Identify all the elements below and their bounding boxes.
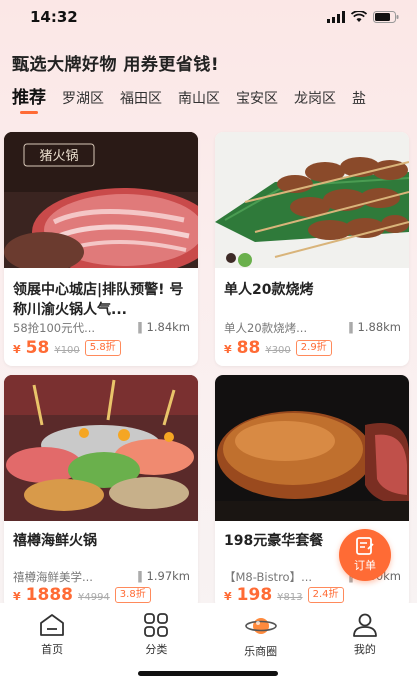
card-image-seafood-spread: [4, 375, 198, 521]
card-image-bbq-skewers: [215, 132, 409, 268]
signal-icon: [327, 11, 345, 23]
deal-card[interactable]: 单人20款烧烤 单人20款烧烤... ‖ 1.88km ¥ 88 ¥300 2.…: [215, 132, 409, 366]
page-headline: 甄选大牌好物 用券更省钱!: [12, 55, 220, 75]
home-icon: [40, 614, 65, 636]
price: 88: [236, 338, 261, 358]
tabbar-label-profile: 我的: [353, 643, 376, 656]
original-price: ¥300: [265, 345, 291, 356]
status-bar: 14:32: [0, 0, 417, 34]
currency-symbol: ¥: [224, 343, 232, 356]
distance-value: 1.84km: [146, 320, 190, 334]
card-meta: 禧樽海鲜美学... ‖ 1.97km: [13, 569, 190, 585]
original-price: ¥100: [54, 345, 80, 356]
tab-futian[interactable]: 福田区: [120, 88, 162, 114]
card-image-beef-wellington: [215, 375, 409, 521]
price: 1888: [25, 585, 73, 605]
tabbar-item-home[interactable]: 首页: [12, 613, 92, 685]
tabbar-label-category: 分类: [145, 643, 168, 656]
card-distance: ‖ 1.84km: [137, 320, 190, 334]
tab-nanshan[interactable]: 南山区: [178, 88, 220, 114]
card-image-hotpot-meat: 猪火锅: [4, 132, 198, 268]
tab-recommended[interactable]: 推荐: [12, 83, 46, 114]
planet-icon: [244, 618, 277, 634]
status-time: 14:32: [30, 8, 78, 26]
profile-icon: [352, 613, 377, 637]
distance-value: 1.97km: [146, 569, 190, 583]
card-meta: 单人20款烧烤... ‖ 1.88km: [224, 320, 401, 336]
district-tabs: 推荐 罗湖区 福田区 南山区 宝安区 龙岗区 盐: [0, 82, 417, 114]
discount-badge: 2.9折: [295, 340, 332, 356]
tab-baoan[interactable]: 宝安区: [236, 88, 278, 114]
price-row: ¥ 88 ¥300 2.9折: [224, 338, 332, 358]
card-title: 领展中心城店|排队预警! 号称川渝火锅人气...: [13, 282, 184, 318]
card-distance: ‖ 1.97km: [137, 569, 190, 583]
price-row: ¥ 198 ¥813 2.4折: [224, 585, 344, 605]
status-icons: [327, 11, 399, 23]
discount-badge: 3.8折: [114, 587, 151, 603]
card-subtitle: 禧樽海鲜美学...: [13, 570, 93, 584]
deal-card[interactable]: 禧樽海鲜火锅 禧樽海鲜美学... ‖ 1.97km ¥ 1888 ¥4994 3…: [4, 375, 198, 609]
tab-longgang[interactable]: 龙岗区: [294, 88, 336, 114]
price: 198: [236, 585, 273, 605]
original-price: ¥813: [277, 592, 303, 603]
card-subtitle: 58抢100元代...: [13, 321, 96, 335]
card-title: 禧樽海鲜火锅: [13, 533, 97, 549]
order-fab-label: 订单: [354, 559, 376, 572]
card-subtitle: 单人20款烧烤...: [224, 321, 308, 335]
tabbar-item-profile[interactable]: 我的: [325, 613, 405, 685]
grid-icon: [144, 613, 169, 637]
wifi-icon: [351, 11, 367, 22]
shop-sign-text: 猪火锅: [39, 148, 78, 164]
discount-badge: 2.4折: [307, 587, 344, 603]
currency-symbol: ¥: [13, 590, 21, 603]
card-distance: ‖ 1.88km: [348, 320, 401, 334]
card-meta: 58抢100元代... ‖ 1.84km: [13, 320, 190, 336]
deal-card[interactable]: 猪火锅 领展中心城店|排队预警! 号称川渝火锅人气... 58抢100元代...…: [4, 132, 198, 366]
price-row: ¥ 1888 ¥4994 3.8折: [13, 585, 151, 605]
card-subtitle: 【M8-Bistro】...: [224, 570, 313, 584]
price: 58: [25, 338, 50, 358]
card-title: 单人20款烧烤: [224, 282, 314, 298]
discount-badge: 5.8折: [84, 340, 121, 356]
order-fab-button[interactable]: 订单: [339, 529, 391, 581]
tab-yantian[interactable]: 盐: [352, 88, 366, 114]
original-price: ¥4994: [77, 592, 110, 603]
currency-symbol: ¥: [13, 343, 21, 356]
distance-value: 1.88km: [357, 320, 401, 334]
tabbar-label-le-circle: 乐商圈: [244, 645, 278, 658]
tab-luohu[interactable]: 罗湖区: [62, 88, 104, 114]
order-document-icon: [356, 537, 374, 555]
battery-icon: [373, 11, 399, 23]
price-row: ¥ 58 ¥100 5.8折: [13, 338, 121, 358]
home-indicator: [138, 671, 278, 676]
tabbar-label-home: 首页: [41, 643, 64, 656]
currency-symbol: ¥: [224, 590, 232, 603]
